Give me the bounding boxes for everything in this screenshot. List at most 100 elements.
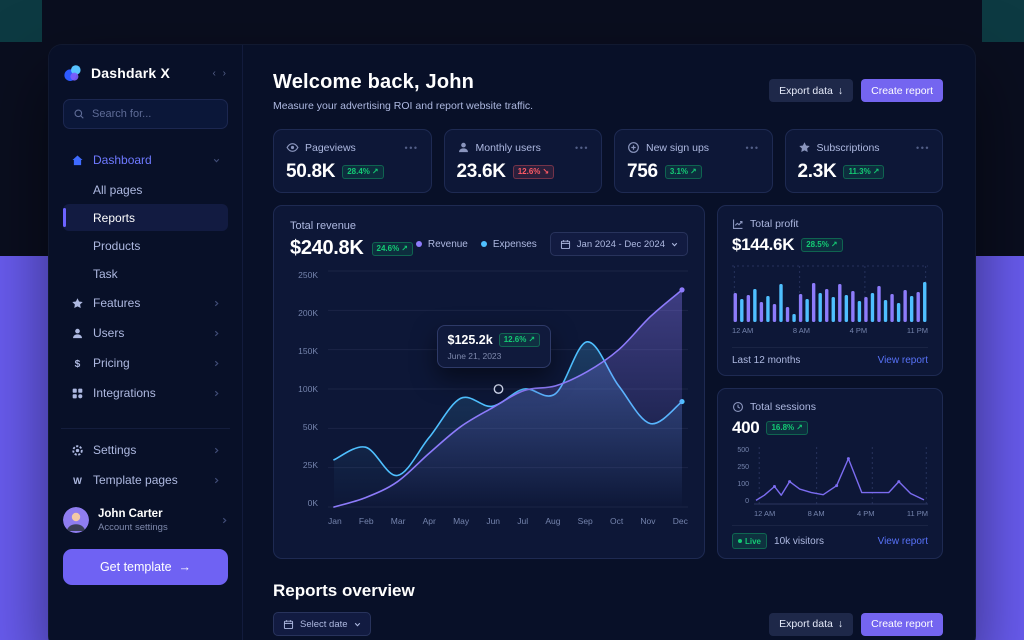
sidebar-item-template-pages[interactable]: WTemplate pages bbox=[63, 465, 228, 495]
calendar-icon bbox=[560, 239, 571, 250]
x-tick-label: Mar bbox=[391, 516, 406, 526]
total-profit-change-badge: 28.5%↗ bbox=[801, 238, 842, 252]
total-revenue-label: Total revenue bbox=[290, 220, 413, 232]
date-range-value: Jan 2024 - Dec 2024 bbox=[577, 239, 665, 250]
y-tick-label: 100K bbox=[298, 384, 318, 394]
total-sessions-value: 400 bbox=[732, 418, 759, 438]
total-sessions-change-badge: 16.8%↗ bbox=[766, 421, 807, 435]
x-tick-label: Jul bbox=[517, 516, 528, 526]
select-date-dropdown[interactable]: Select date bbox=[273, 612, 371, 636]
create-report-button[interactable]: Create report bbox=[861, 79, 943, 102]
sessions-line-chart bbox=[754, 447, 928, 505]
arrow-down-icon: ↓ bbox=[838, 85, 843, 97]
sidebar-collapse-button[interactable]: ‹ › bbox=[213, 68, 228, 79]
search-input[interactable]: Search for... bbox=[63, 99, 228, 129]
y-tick-label: 25K bbox=[303, 460, 318, 470]
create-report-label: Create report bbox=[871, 85, 933, 97]
more-menu-button[interactable]: ••• bbox=[746, 143, 760, 153]
legend-expenses[interactable]: Expenses bbox=[481, 239, 537, 250]
total-revenue-change-badge: 24.6%↗ bbox=[372, 242, 413, 256]
sidebar-item-settings[interactable]: Settings bbox=[63, 435, 228, 465]
sidebar-item-products[interactable]: Products bbox=[63, 232, 228, 259]
profit-bar-chart bbox=[732, 264, 928, 322]
y-tick-label: 100 bbox=[737, 481, 749, 488]
profit-view-report-link[interactable]: View report bbox=[878, 355, 928, 366]
trend-up-icon: ↗ bbox=[831, 241, 838, 249]
chevron-down-icon bbox=[354, 621, 361, 628]
profile[interactable]: John Carter Account settings bbox=[63, 507, 228, 533]
app-title: Dashdark X bbox=[91, 65, 170, 81]
export-data-button-bottom[interactable]: Export data ↓ bbox=[769, 613, 853, 636]
revenue-chart[interactable]: $125.2k 12.6%↗ June 21, 2023 bbox=[328, 270, 688, 508]
stats-row: Pageviews•••50.8K28.4%↗Monthly users•••2… bbox=[273, 129, 943, 193]
stat-change-badge: 12.6%↘ bbox=[513, 165, 554, 179]
sidebar-item-all-pages[interactable]: All pages bbox=[63, 176, 228, 203]
export-data-label: Export data bbox=[779, 85, 833, 97]
stat-card-pageviews: Pageviews•••50.8K28.4%↗ bbox=[273, 129, 432, 193]
sidebar-item-reports[interactable]: Reports bbox=[63, 204, 228, 231]
backdrop-corner-left bbox=[0, 0, 42, 42]
stat-label: Monthly users bbox=[476, 142, 541, 154]
stat-card-new-sign-ups: New sign ups•••7563.1%↗ bbox=[614, 129, 773, 193]
profile-subtitle: Account settings bbox=[98, 522, 168, 533]
x-tick-label: 12 AM bbox=[732, 326, 753, 335]
more-menu-button[interactable]: ••• bbox=[916, 143, 930, 153]
sidebar-item-pricing[interactable]: $Pricing bbox=[63, 348, 228, 378]
stat-label: Subscriptions bbox=[817, 142, 880, 154]
stat-card-monthly-users: Monthly users•••23.6K12.6%↘ bbox=[444, 129, 603, 193]
trend-up-icon: ↗ bbox=[873, 168, 880, 176]
select-date-label: Select date bbox=[300, 619, 348, 630]
user-icon bbox=[71, 327, 84, 340]
star-icon bbox=[71, 297, 84, 310]
legend-revenue[interactable]: Revenue bbox=[416, 239, 468, 250]
date-range-select[interactable]: Jan 2024 - Dec 2024 bbox=[550, 232, 688, 256]
y-tick-label: 250K bbox=[298, 270, 318, 280]
profit-x-axis: 12 AM8 AM4 PM11 PM bbox=[732, 326, 928, 335]
tooltip-change-badge: 12.6%↗ bbox=[499, 333, 540, 347]
sidebar-secondary-nav: SettingsWTemplate pages bbox=[63, 435, 228, 495]
sidebar-item-task[interactable]: Task bbox=[63, 260, 228, 287]
svg-text:$: $ bbox=[75, 358, 81, 369]
total-revenue-card: Total revenue $240.8K 24.6%↗ Revenue bbox=[273, 205, 705, 559]
sessions-y-axis: 5002501000 bbox=[732, 447, 749, 505]
more-menu-button[interactable]: ••• bbox=[405, 143, 419, 153]
chevron-right-icon bbox=[213, 447, 220, 454]
sessions-view-report-link[interactable]: View report bbox=[878, 536, 928, 547]
y-tick-label: 250 bbox=[737, 464, 749, 471]
total-sessions-label: Total sessions bbox=[750, 401, 816, 413]
y-tick-label: 150K bbox=[298, 346, 318, 356]
tooltip-value: $125.2k bbox=[448, 333, 493, 347]
get-template-label: Get template bbox=[100, 560, 172, 574]
chevron-right-icon bbox=[213, 300, 220, 307]
x-tick-label: 12 AM bbox=[754, 509, 775, 518]
arrow-down-icon: ↓ bbox=[838, 618, 843, 630]
chevron-right-icon bbox=[221, 517, 228, 524]
revenue-x-axis: JanFebMarAprMayJunJulAugSepOctNovDec bbox=[328, 516, 688, 526]
profile-name: John Carter bbox=[98, 508, 168, 520]
sidebar-item-integrations[interactable]: Integrations bbox=[63, 378, 228, 408]
x-tick-label: 4 PM bbox=[850, 326, 868, 335]
total-profit-value: $144.6K bbox=[732, 235, 794, 255]
sidebar-nav: DashboardAll pagesReportsProductsTaskFea… bbox=[63, 145, 228, 408]
y-tick-label: 0 bbox=[745, 498, 749, 505]
more-menu-button[interactable]: ••• bbox=[575, 143, 589, 153]
live-dot-icon bbox=[738, 539, 742, 543]
total-revenue-value: $240.8K bbox=[290, 237, 364, 260]
chevron-down-icon bbox=[213, 157, 220, 164]
app-logo-icon bbox=[63, 63, 83, 83]
x-tick-label: Apr bbox=[423, 516, 436, 526]
page-subtitle: Measure your advertising ROI and report … bbox=[273, 100, 533, 112]
sidebar-item-users[interactable]: Users bbox=[63, 318, 228, 348]
star-icon bbox=[798, 141, 811, 154]
get-template-button[interactable]: Get template → bbox=[63, 549, 228, 585]
sidebar-item-dashboard[interactable]: Dashboard bbox=[63, 145, 228, 175]
sidebar-item-features[interactable]: Features bbox=[63, 288, 228, 318]
arrow-right-icon: → bbox=[179, 560, 192, 574]
export-data-button[interactable]: Export data ↓ bbox=[769, 79, 853, 102]
chart-line-icon bbox=[732, 218, 744, 230]
stat-value: 50.8K bbox=[286, 161, 335, 183]
create-report-button-bottom[interactable]: Create report bbox=[861, 613, 943, 636]
x-tick-label: Dec bbox=[673, 516, 688, 526]
chevron-right-icon bbox=[213, 330, 220, 337]
stat-change-badge: 11.3%↗ bbox=[843, 165, 884, 179]
